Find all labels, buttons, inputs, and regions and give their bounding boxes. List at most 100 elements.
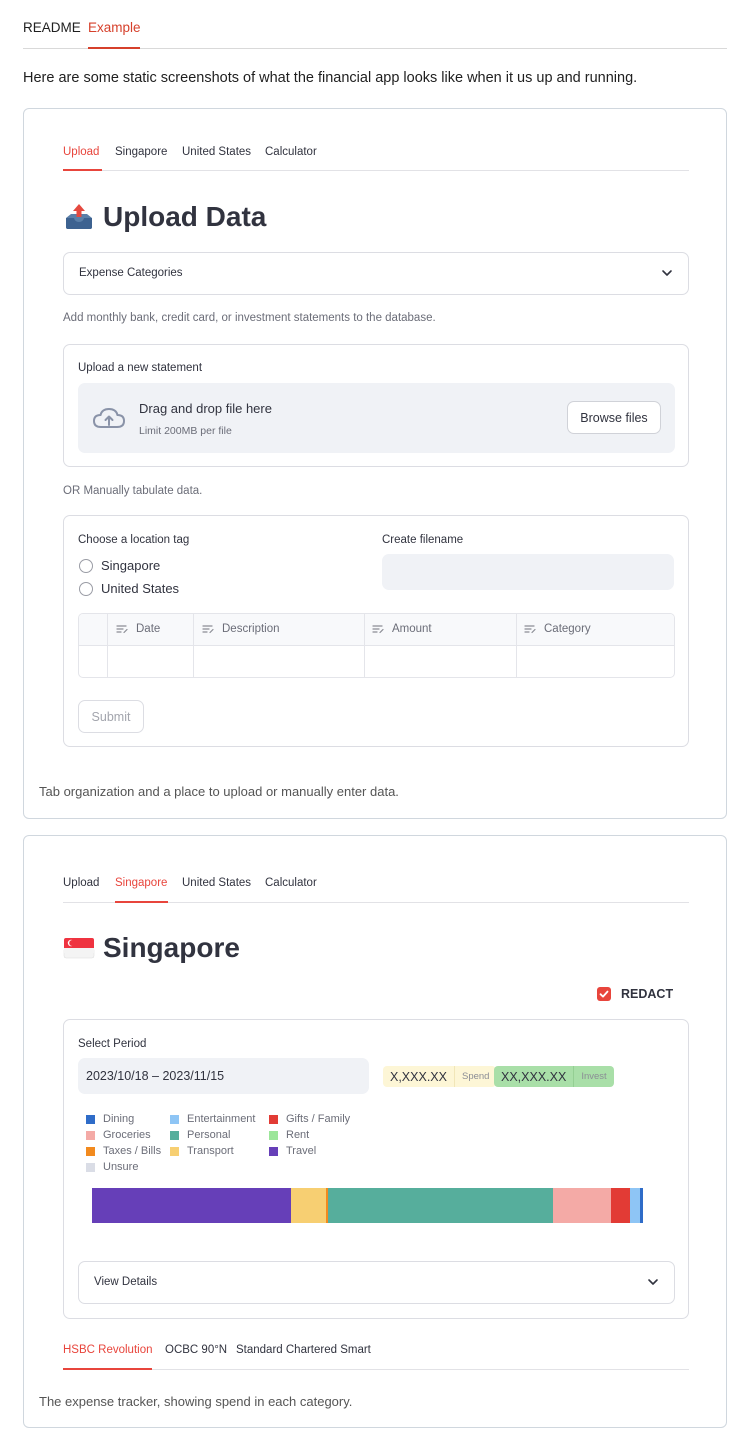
legend-label: Transport xyxy=(187,1145,234,1157)
cloud-upload-icon xyxy=(92,406,126,430)
radio-united-states[interactable]: United States xyxy=(79,581,179,596)
invest-value: XX,XXX.XX xyxy=(501,1069,567,1084)
active-tab-underline xyxy=(115,901,168,903)
column-header-category[interactable]: Category xyxy=(524,623,591,635)
column-header-label: Date xyxy=(136,623,161,635)
page-title-text: Upload Data xyxy=(103,201,267,232)
screenshot-upload: Upload Singapore United States Calculato… xyxy=(23,108,727,819)
tab-readme[interactable]: README xyxy=(23,20,81,35)
tab-ocbc-90n[interactable]: OCBC 90°N xyxy=(165,1344,227,1356)
column-header-date[interactable]: Date xyxy=(116,623,160,635)
screenshot-caption: The expense tracker, showing spend in ea… xyxy=(39,1394,353,1409)
page-title-text: Singapore xyxy=(103,932,240,963)
tab-united-states[interactable]: United States xyxy=(182,877,251,889)
column-divider xyxy=(364,614,365,677)
legend-label: Personal xyxy=(187,1129,231,1141)
legend-label: Entertainment xyxy=(187,1113,256,1125)
column-divider xyxy=(193,614,194,677)
text-column-icon xyxy=(202,624,214,634)
legend-item: Entertainment xyxy=(170,1113,255,1125)
singapore-flag-icon xyxy=(63,934,95,962)
uploader-label: Upload a new statement xyxy=(78,362,203,374)
column-divider xyxy=(516,614,517,677)
column-header-amount[interactable]: Amount xyxy=(372,623,432,635)
tab-upload[interactable]: Upload xyxy=(63,877,99,889)
location-label: Choose a location tag xyxy=(78,534,190,546)
tab-divider xyxy=(63,1369,689,1370)
legend-item: Groceries xyxy=(86,1129,151,1141)
invest-tag: Invest xyxy=(573,1066,613,1087)
tab-hsbc-revolution[interactable]: HSBC Revolution xyxy=(63,1344,152,1356)
bar-segment-gifts-family xyxy=(611,1188,630,1223)
inbox-tray-icon xyxy=(63,203,95,231)
chevron-down-icon xyxy=(646,1275,660,1289)
legend-swatch xyxy=(86,1114,95,1124)
redact-checkbox[interactable]: REDACT xyxy=(597,987,673,1001)
legend-item: Travel xyxy=(269,1145,316,1157)
legend-swatch xyxy=(86,1162,95,1172)
legend-label: Travel xyxy=(286,1145,317,1157)
active-tab-underline xyxy=(88,47,140,49)
period-summary-panel: Select Period 2023/10/18 – 2023/11/15 X,… xyxy=(63,1019,689,1319)
checkbox-checked-icon xyxy=(597,987,611,1001)
expander-label: Expense Categories xyxy=(79,267,183,279)
dropzone-title: Drag and drop file here xyxy=(139,401,272,416)
legend-swatch xyxy=(170,1130,179,1140)
legend-item: Transport xyxy=(170,1145,234,1157)
expense-categories-expander[interactable]: Expense Categories xyxy=(63,252,689,295)
bar-segment-groceries xyxy=(553,1188,612,1223)
data-editor-table[interactable]: Date Description Amount Category xyxy=(78,613,675,678)
column-header-label: Amount xyxy=(392,623,432,635)
tab-singapore[interactable]: Singapore xyxy=(115,877,167,889)
legend-label: Gifts / Family xyxy=(286,1113,351,1125)
tab-united-states[interactable]: United States xyxy=(182,146,251,158)
legend-swatch xyxy=(269,1130,278,1140)
invest-badge: XX,XXX.XX Invest xyxy=(494,1066,614,1087)
legend-swatch xyxy=(170,1114,179,1124)
legend-item: Taxes / Bills xyxy=(86,1145,161,1157)
text-column-icon xyxy=(372,624,384,634)
legend-swatch xyxy=(269,1146,278,1156)
top-tab-bar: README Example xyxy=(23,0,727,49)
spend-tag: Spend xyxy=(453,1066,496,1087)
legend-swatch xyxy=(86,1130,95,1140)
radio-label: United States xyxy=(101,581,180,596)
browse-files-button[interactable]: Browse files xyxy=(567,401,661,434)
bar-segment-dining xyxy=(640,1188,643,1223)
period-label: Select Period xyxy=(78,1038,147,1050)
legend-label: Dining xyxy=(103,1113,135,1125)
radio-singapore[interactable]: Singapore xyxy=(79,558,160,573)
tab-calculator[interactable]: Calculator xyxy=(265,146,317,158)
bar-segment-transport xyxy=(291,1188,326,1223)
column-header-description[interactable]: Description xyxy=(202,623,280,635)
radio-circle xyxy=(79,581,93,596)
legend-item: Rent xyxy=(269,1129,309,1141)
active-tab-underline xyxy=(63,169,102,171)
legend-item: Gifts / Family xyxy=(269,1113,350,1125)
spend-value: X,XXX.XX xyxy=(390,1069,447,1084)
manual-tabulate-caption: OR Manually tabulate data. xyxy=(63,485,203,497)
text-column-icon xyxy=(116,624,128,634)
tab-upload[interactable]: Upload xyxy=(63,146,99,158)
tab-singapore[interactable]: Singapore xyxy=(115,146,167,158)
bar-segment-travel xyxy=(92,1188,292,1223)
period-date-input[interactable]: 2023/10/18 – 2023/11/15 xyxy=(78,1058,369,1094)
submit-button[interactable]: Submit xyxy=(78,700,144,733)
expander-label: View Details xyxy=(94,1276,158,1288)
legend-item: Dining xyxy=(86,1113,134,1125)
tab-divider xyxy=(63,170,689,171)
tab-standard-chartered-smart[interactable]: Standard Chartered Smart xyxy=(236,1344,371,1356)
tab-example[interactable]: Example xyxy=(88,20,141,35)
bar-segment-entertainment xyxy=(629,1188,641,1223)
page-title: Singapore xyxy=(63,932,240,964)
legend-label: Taxes / Bills xyxy=(103,1145,162,1157)
file-dropzone[interactable]: Drag and drop file here Limit 200MB per … xyxy=(78,383,675,453)
legend-swatch xyxy=(86,1146,95,1156)
view-details-expander[interactable]: View Details xyxy=(78,1261,675,1304)
filename-label: Create filename xyxy=(382,534,464,546)
tab-calculator[interactable]: Calculator xyxy=(265,877,317,889)
filename-input[interactable] xyxy=(382,554,674,590)
page-title: Upload Data xyxy=(63,201,266,233)
radio-label: Singapore xyxy=(101,558,161,573)
legend-swatch xyxy=(170,1146,179,1156)
